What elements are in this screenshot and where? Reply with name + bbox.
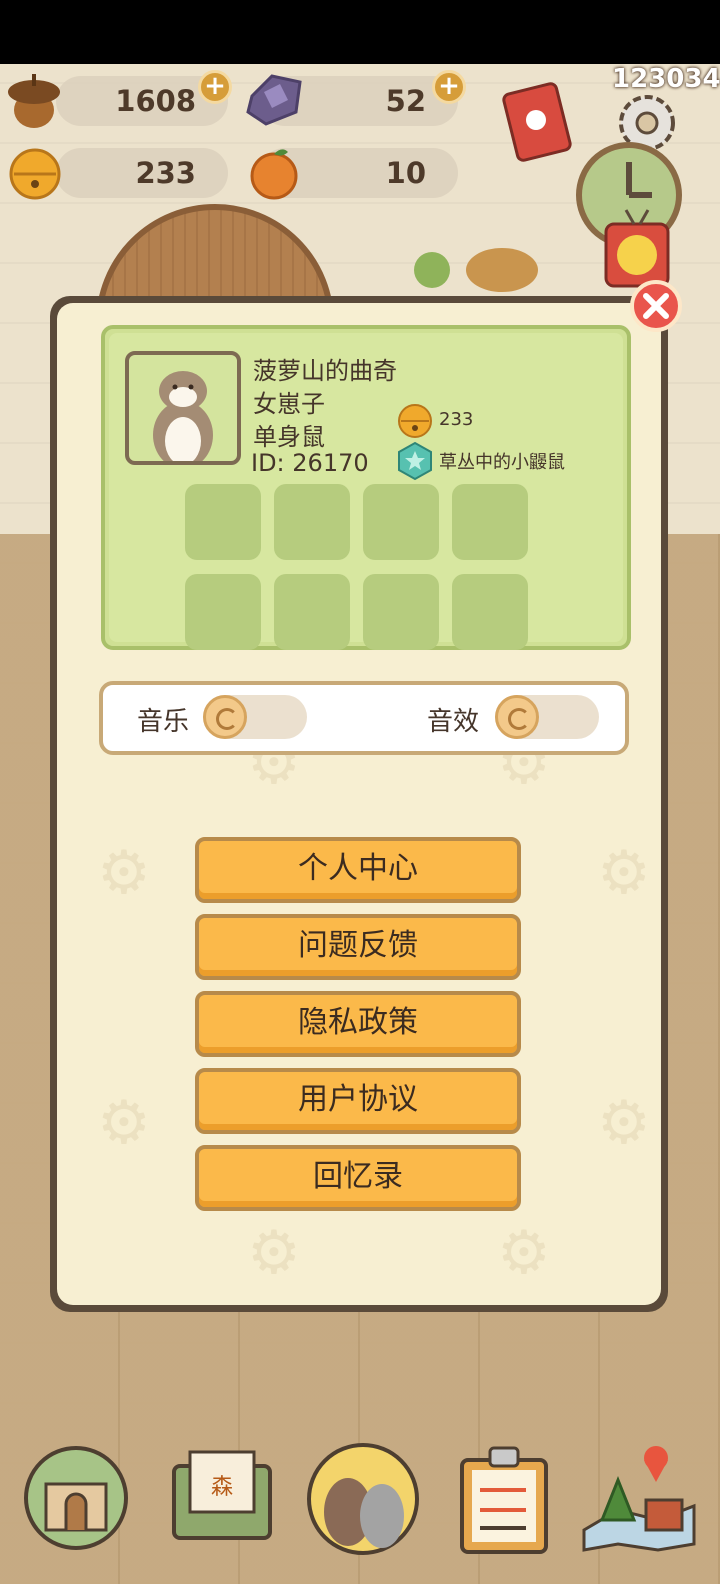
player-status: 单身鼠 [253,423,325,451]
task-list-icon[interactable] [452,1440,556,1556]
gear-decor-icon: ⚙ [247,1218,301,1288]
sfx-toggle[interactable] [495,695,599,739]
mail-icon[interactable]: 森 [166,1440,278,1552]
player-name: 菠萝山的曲奇 [253,357,397,385]
profile-card: 菠萝山的曲奇 女崽子 单身鼠 ID: 26170 233 草丛中的小鼹鼠 [101,325,631,650]
player-id: ID: 26170 [251,449,369,477]
sound-settings: 音乐 音效 [99,681,629,755]
add-crystal-button[interactable]: + [432,70,466,104]
music-toggle[interactable] [203,695,307,739]
badge-slot[interactable] [185,574,261,650]
music-label: 音乐 [137,707,190,737]
tv-icon[interactable] [600,206,674,292]
privacy-policy-button[interactable]: 隐私政策 [195,991,521,1057]
music-toggle-knob [203,695,247,739]
bell-icon [398,404,432,438]
badge-slot[interactable] [452,484,528,560]
badge-slot[interactable] [274,484,350,560]
badge-slot[interactable] [274,574,350,650]
feedback-button[interactable]: 问题反馈 [195,914,521,980]
bottom-nav: 森 [0,1430,720,1584]
crystal-icon [246,74,302,126]
acorn-icon [8,74,60,128]
player-gender: 女崽子 [253,390,325,418]
badge-slot[interactable] [452,574,528,650]
close-icon [643,293,669,319]
house-icon[interactable] [20,1440,132,1552]
acorn-value: 1608 [115,84,196,118]
avatar[interactable] [125,351,241,465]
memoir-button[interactable]: 回忆录 [195,1145,521,1211]
book-icon[interactable] [496,78,580,166]
plants-decor [414,248,538,292]
add-acorn-button[interactable]: + [198,70,232,104]
bell-icon [9,148,61,200]
gear-decor-icon: ⚙ [497,1218,551,1288]
player-title-text: 草丛中的小鼹鼠 [439,452,565,473]
status-bar [0,0,720,64]
orange-icon [250,149,298,200]
badge-slots [185,484,528,650]
badge-slot[interactable] [363,484,439,560]
gear-decor-icon: ⚙ [597,1088,651,1158]
personal-center-button[interactable]: 个人中心 [195,837,521,903]
sfx-label: 音效 [427,707,480,737]
bell-balance: 233 [395,399,473,439]
settings-panel: ⚙ ⚙ ⚙ ⚙ ⚙ ⚙ ⚙ ⚙ 菠萝山的曲奇 女崽子 单身鼠 ID: 26170… [50,296,668,1312]
svg-text:森: 森 [211,1475,233,1500]
gear-decor-icon: ⚙ [97,838,151,908]
gear-decor-icon: ⚙ [597,838,651,908]
animals-icon[interactable] [304,1440,422,1558]
bell-balance-value: 233 [439,408,474,430]
badge-slot[interactable] [185,484,261,560]
badge-slot[interactable] [363,574,439,650]
close-button[interactable] [630,280,682,332]
map-icon[interactable] [578,1440,698,1552]
orange-value: 10 [385,156,426,190]
user-agreement-button[interactable]: 用户协议 [195,1068,521,1134]
player-title: 草丛中的小鼹鼠 [395,441,565,481]
sfx-toggle-knob [495,695,539,739]
bell-counter: 233 [56,148,228,198]
otter-avatar-icon [153,371,213,461]
bell-value: 233 [135,156,196,190]
gear-decor-icon: ⚙ [97,1088,151,1158]
crystal-value: 52 [385,84,426,118]
star-badge-icon [398,441,432,481]
settings-panel-body: ⚙ ⚙ ⚙ ⚙ ⚙ ⚙ ⚙ ⚙ 菠萝山的曲奇 女崽子 单身鼠 ID: 26170… [57,303,661,1305]
